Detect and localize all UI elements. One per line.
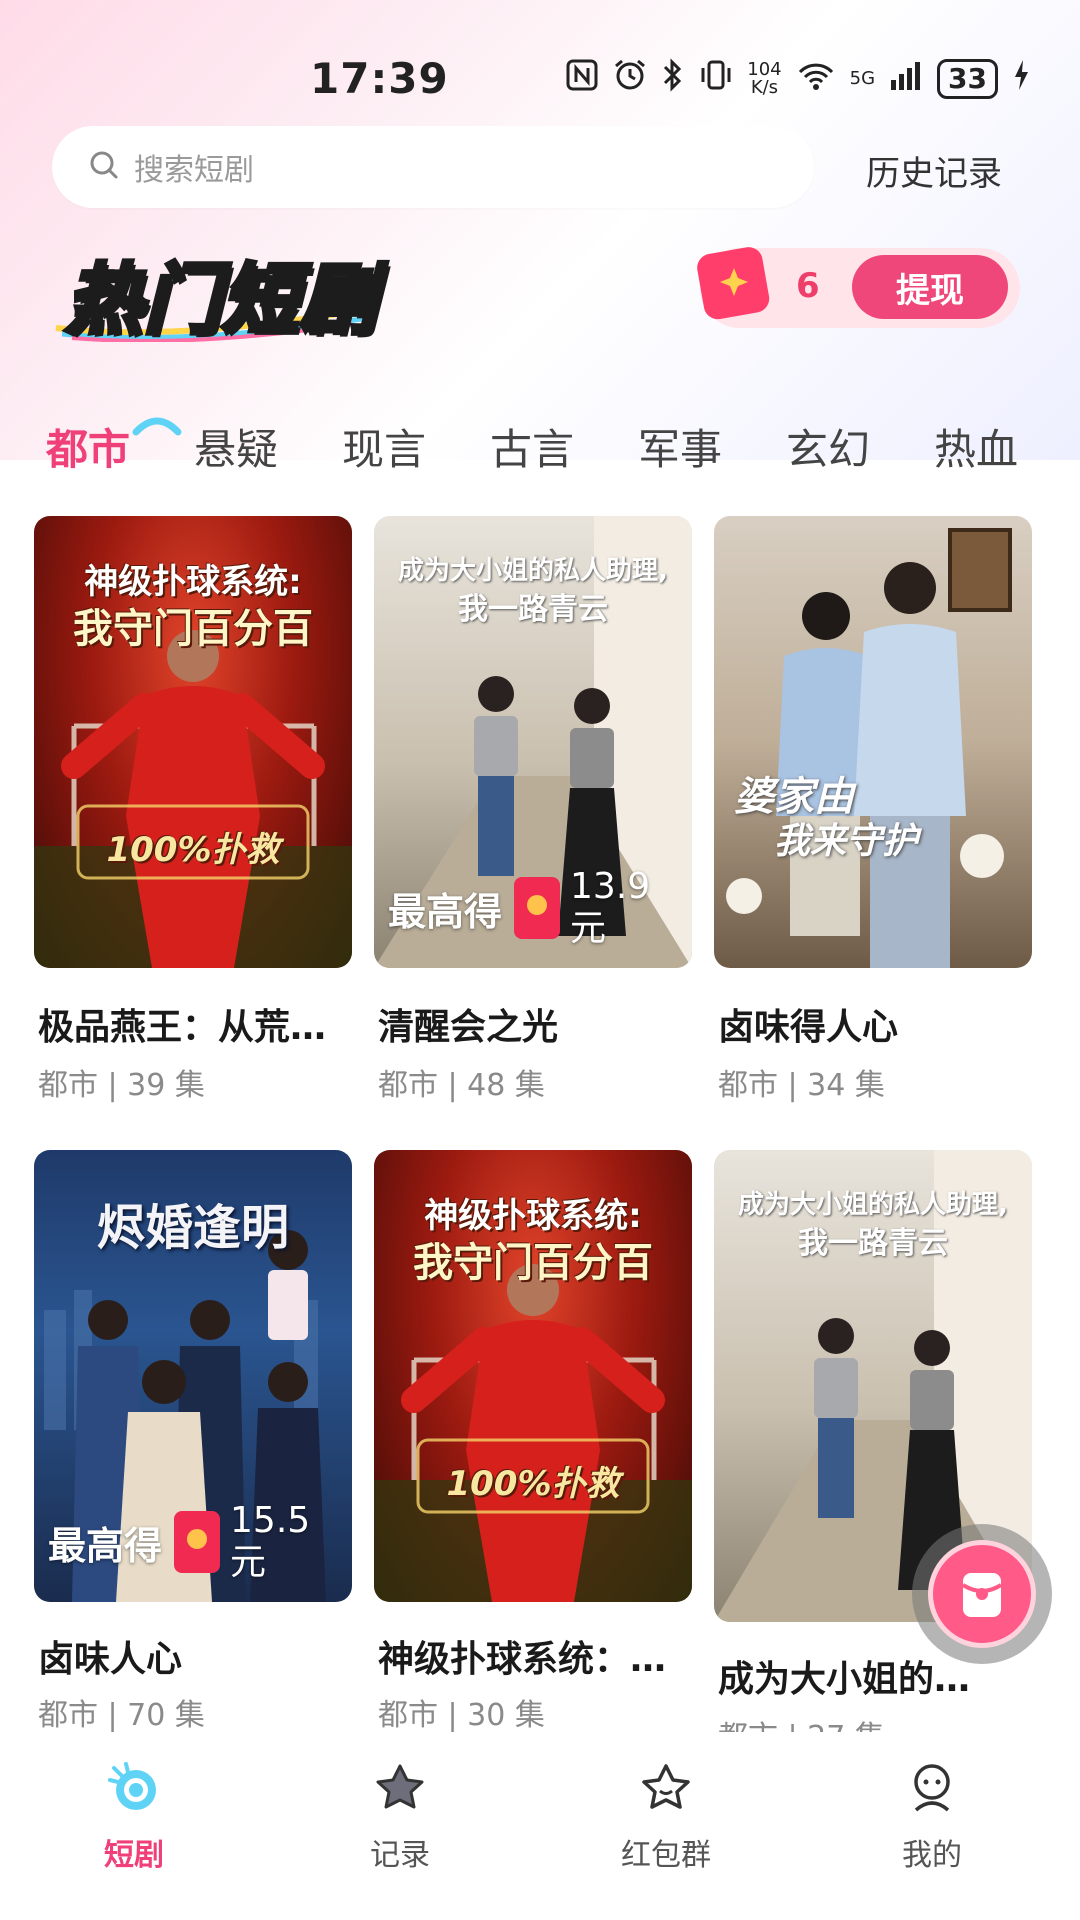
poster-title-line1: 成为大小姐的私人助理,: [398, 556, 668, 586]
drama-card[interactable]: 婆家由 我来守护 卤味得人心 都市 | 34 集: [714, 516, 1032, 1116]
nav-label: 红包群: [621, 1838, 711, 1873]
drama-meta: 都市 | 30 集: [378, 1698, 545, 1733]
drama-meta: 都市 | 39 集: [38, 1068, 205, 1103]
nav-record[interactable]: 记录: [320, 1758, 480, 1874]
nav-label: 我的: [902, 1838, 962, 1873]
bonus-badge: 最高得 13.9 元: [388, 866, 650, 950]
search-icon: [88, 149, 120, 185]
tab-xianyan[interactable]: 现言: [342, 416, 426, 477]
drama-title[interactable]: 神级扑球系统：…: [378, 1630, 666, 1682]
tab-guyan[interactable]: 古言: [490, 416, 574, 477]
poster-badge: 100%扑救: [446, 1464, 620, 1504]
app-logo: 热门短剧: [52, 232, 382, 347]
network-speed-unit: K/s: [750, 77, 779, 98]
active-tab-decoration-icon: [132, 417, 182, 436]
star-record-icon: [370, 1764, 430, 1822]
drama-meta: 都市 | 70 集: [38, 1698, 205, 1733]
drama-title[interactable]: 清醒会之光: [378, 998, 558, 1050]
search-input[interactable]: 搜索短剧: [52, 126, 814, 208]
bluetooth-icon: [661, 58, 685, 100]
search-placeholder: 搜索短剧: [134, 153, 254, 188]
drama-title[interactable]: 卤味人心: [38, 1630, 182, 1682]
bonus-unit: 元: [570, 908, 607, 949]
drama-poster[interactable]: 成为大小姐的私人助理, 我一路青云 最高得 13.9 元: [374, 516, 692, 968]
bottom-navigation: 短剧 记录 红包群 我的: [0, 1732, 1080, 1920]
poster-title-line2: 我守门百分百: [73, 606, 313, 652]
drama-card[interactable]: 烬婚逢明 最高得 15.5 元 卤味人心 都市 | 70 集: [34, 1150, 352, 1733]
drama-poster[interactable]: 神级扑球系统: 我守门百分百 100%扑救: [374, 1150, 692, 1602]
battery-indicator: 33: [937, 59, 998, 99]
logo-text: 热门短剧: [64, 253, 379, 347]
nav-label: 短剧: [104, 1838, 164, 1873]
drama-poster[interactable]: 烬婚逢明 最高得 15.5 元: [34, 1150, 352, 1602]
poster-artwork: [726, 528, 1012, 968]
floating-red-packet-button[interactable]: [912, 1524, 1052, 1664]
bonus-label: 最高得: [388, 889, 503, 934]
drama-title[interactable]: 极品燕王：从荒…: [38, 998, 326, 1050]
profile-icon: [902, 1764, 962, 1822]
network-type: 5G: [849, 68, 876, 89]
status-icons: 104 K/s 5G 33: [565, 58, 1030, 100]
poster-title-line1: 成为大小姐的私人助理,: [738, 1190, 1008, 1220]
poster-title-line1: 烬婚逢明: [96, 1200, 289, 1256]
tab-dushi[interactable]: 都市: [46, 416, 130, 477]
drama-card[interactable]: 神级扑球系统: 我守门百分百 100%扑救 神级扑球系统：… 都市 | 30 集: [374, 1150, 692, 1733]
nav-label: 记录: [370, 1838, 430, 1873]
drama-card[interactable]: 成为大小姐的私人助理, 我一路青云 最高得 13.9 元 清醒会之光 都市 | …: [374, 516, 692, 1116]
tab-xuanyi[interactable]: 悬疑: [194, 416, 278, 477]
drama-title[interactable]: 成为大小姐的…: [718, 1650, 970, 1702]
reward-count: 6: [796, 266, 820, 306]
nav-profile[interactable]: 我的: [852, 1758, 1012, 1874]
drama-title[interactable]: 卤味得人心: [718, 998, 898, 1050]
red-packet-icon: [928, 1540, 1036, 1648]
history-button[interactable]: 历史记录: [866, 146, 1002, 195]
poster-title-line2: 我一路青云: [798, 1226, 948, 1261]
poster-title-line2: 我来守护: [774, 821, 919, 862]
bonus-unit: 元: [230, 1542, 267, 1583]
bonus-amount: 13.9: [570, 866, 651, 907]
red-packet-icon: [514, 877, 561, 939]
signal-icon: [889, 58, 923, 100]
drama-meta: 都市 | 27 集: [718, 1712, 885, 1732]
vibrate-icon: [699, 58, 733, 100]
network-speed: 104 K/s: [747, 61, 781, 97]
drama-poster[interactable]: 婆家由 我来守护: [714, 516, 1032, 968]
red-packet-icon[interactable]: [692, 240, 776, 324]
withdraw-button[interactable]: 提现: [852, 255, 1008, 319]
wifi-icon: [796, 58, 836, 100]
tab-xuanhuan[interactable]: 玄幻: [786, 416, 870, 477]
category-tabs: 都市 悬疑 现言 古言 军事 玄幻 热血: [46, 416, 1046, 476]
bonus-label: 最高得: [48, 1523, 163, 1568]
status-time: 17:39: [310, 54, 449, 103]
drama-meta: 都市 | 34 集: [718, 1068, 885, 1103]
drama-poster[interactable]: 神级扑球系统: 我守门百分百 100%扑救: [34, 516, 352, 968]
nav-drama[interactable]: 短剧: [54, 1758, 214, 1874]
status-bar: 17:39 104 K/s 5G 33: [0, 48, 1080, 118]
bonus-badge: 最高得 15.5 元: [48, 1500, 310, 1584]
drama-meta: 都市 | 48 集: [378, 1068, 545, 1103]
charging-icon: [1012, 58, 1030, 100]
star-outline-icon: [636, 1764, 696, 1822]
bonus-amount: 15.5: [230, 1500, 311, 1541]
tab-rexue[interactable]: 热血: [934, 416, 1018, 477]
red-packet-icon: [174, 1511, 221, 1573]
poster-title-line2: 我一路青云: [458, 592, 608, 627]
tab-junshi[interactable]: 军事: [638, 416, 722, 477]
drama-card[interactable]: 神级扑球系统: 我守门百分百 100%扑救 极品燕王：从荒… 都市 | 39 集: [34, 516, 352, 1116]
nfc-icon: [565, 58, 599, 100]
drama-icon: [104, 1762, 164, 1822]
poster-badge: 100%扑救: [106, 830, 280, 870]
nav-red-packet-group[interactable]: 红包群: [586, 1758, 746, 1874]
poster-title-line2: 我守门百分百: [413, 1240, 653, 1286]
alarm-icon: [613, 58, 647, 100]
